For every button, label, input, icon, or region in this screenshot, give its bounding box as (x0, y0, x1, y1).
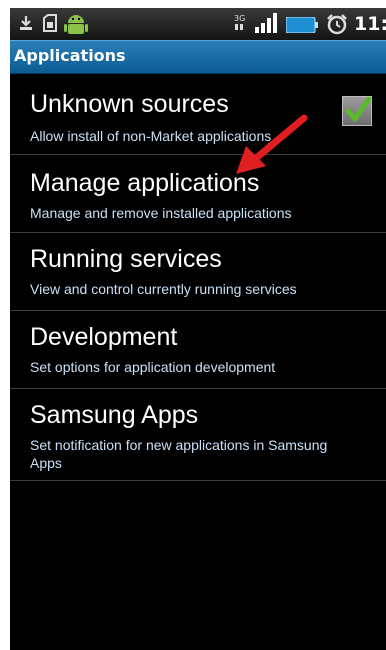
setting-title: Samsung Apps (30, 401, 199, 429)
setting-unknown-sources[interactable]: Unknown sources Allow install of non-Mar… (10, 74, 386, 155)
red-arrow-icon (236, 114, 308, 174)
setting-title: Development (30, 323, 178, 351)
setting-samsung-apps[interactable]: Samsung Apps Set notification for new ap… (10, 389, 386, 481)
title-bar: Applications (10, 40, 386, 74)
usb-icon (20, 16, 32, 30)
setting-running-services[interactable]: Running services View and control curren… (10, 233, 386, 311)
setting-subtitle: View and control currently running servi… (30, 281, 297, 297)
android-icon (64, 15, 88, 34)
battery-icon (286, 17, 318, 33)
unknown-sources-checkbox[interactable] (342, 96, 372, 126)
signal-icon (255, 13, 277, 33)
checkmark-icon (345, 97, 372, 122)
setting-manage-applications[interactable]: Manage applications Manage and remove in… (10, 155, 386, 233)
status-clock: 11:21 (354, 13, 386, 35)
phone-screen: 3G 11:21 Applications Unknown sources Al… (10, 8, 386, 650)
network-3g-label: 3G (234, 14, 245, 23)
setting-subtitle: Manage and remove installed applications (30, 205, 292, 221)
setting-subtitle: Set options for application development (30, 359, 276, 375)
sd-card-icon (43, 14, 57, 32)
setting-subtitle: Set notification for new applications in… (30, 437, 328, 471)
setting-title: Unknown sources (30, 90, 229, 118)
page-title: Applications (14, 46, 126, 65)
settings-list: Unknown sources Allow install of non-Mar… (10, 74, 386, 481)
network-3g-icon: 3G (234, 14, 245, 30)
status-bar[interactable]: 3G 11:21 (10, 8, 386, 40)
alarm-icon (327, 14, 347, 35)
setting-title: Running services (30, 245, 222, 273)
setting-development[interactable]: Development Set options for application … (10, 311, 386, 389)
